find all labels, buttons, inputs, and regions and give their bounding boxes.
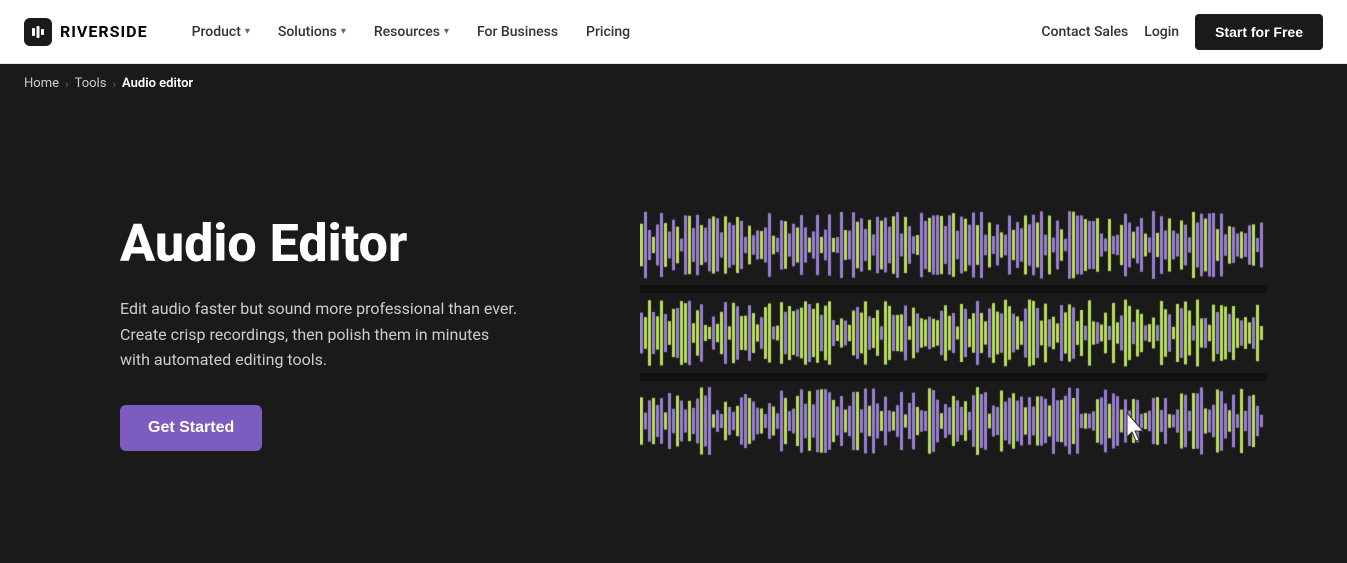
contact-sales-link[interactable]: Contact Sales xyxy=(1041,24,1128,40)
logo-icon xyxy=(24,18,52,46)
breadcrumb: Home › Tools › Audio editor xyxy=(0,64,1347,103)
breadcrumb-current: Audio editor xyxy=(122,76,193,91)
hero-content: Audio Editor Edit audio faster but sound… xyxy=(120,215,640,451)
chevron-down-icon: ▾ xyxy=(245,26,250,37)
chevron-down-icon: ▾ xyxy=(444,26,449,37)
hero-description: Edit audio faster but sound more profess… xyxy=(120,296,520,373)
waveform-track-1 xyxy=(640,205,1267,285)
nav-right: Contact Sales Login Start for Free xyxy=(1041,14,1323,50)
login-link[interactable]: Login xyxy=(1144,24,1179,40)
waveform-track-2 xyxy=(640,293,1267,373)
nav-item-pricing[interactable]: Pricing xyxy=(574,16,642,48)
nav-links: Product ▾ Solutions ▾ Resources ▾ For Bu… xyxy=(180,16,1042,48)
breadcrumb-tools[interactable]: Tools xyxy=(75,76,107,91)
nav-item-for-business[interactable]: For Business xyxy=(465,16,570,48)
chevron-down-icon: ▾ xyxy=(341,26,346,37)
waveform-separator-2 xyxy=(640,373,1267,381)
breadcrumb-sep-2: › xyxy=(112,77,116,91)
nav-item-solutions[interactable]: Solutions ▾ xyxy=(266,16,358,48)
logo[interactable]: RIVERSIDE xyxy=(24,18,148,46)
waveform-track-3 xyxy=(640,381,1267,461)
breadcrumb-sep-1: › xyxy=(65,77,69,91)
start-for-free-button[interactable]: Start for Free xyxy=(1195,14,1323,50)
navigation: RIVERSIDE Product ▾ Solutions ▾ Resource… xyxy=(0,0,1347,64)
nav-item-product[interactable]: Product ▾ xyxy=(180,16,262,48)
logo-text: RIVERSIDE xyxy=(60,22,148,41)
hero-waveform xyxy=(640,143,1267,523)
waveform-visualization xyxy=(640,205,1267,461)
hero-section: Audio Editor Edit audio faster but sound… xyxy=(0,103,1347,563)
get-started-button[interactable]: Get Started xyxy=(120,405,262,451)
hero-title: Audio Editor xyxy=(120,215,640,272)
waveform-separator-1 xyxy=(640,285,1267,293)
nav-item-resources[interactable]: Resources ▾ xyxy=(362,16,461,48)
breadcrumb-home[interactable]: Home xyxy=(24,76,59,91)
